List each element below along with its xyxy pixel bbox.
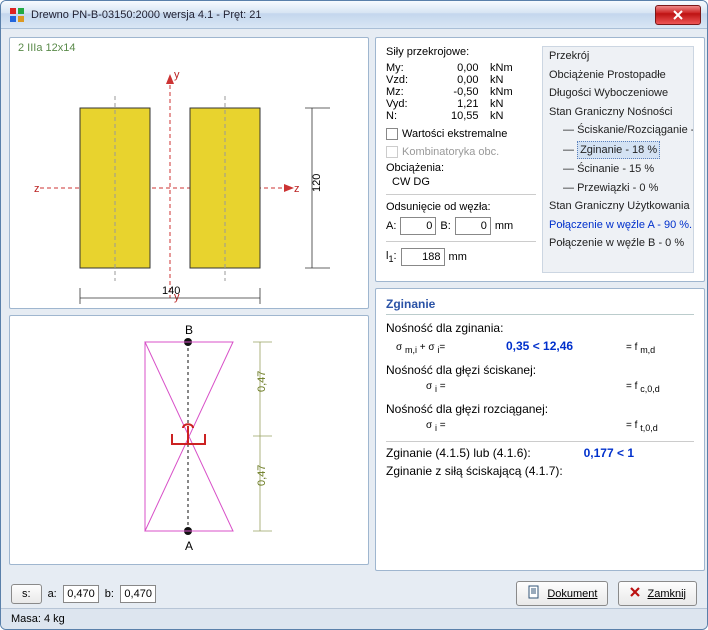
tree-item[interactable]: — Ściskanie/Rozciąganie - 15 % xyxy=(545,121,693,140)
tree-item[interactable]: Przekrój xyxy=(545,47,693,66)
tree-item[interactable]: Połączenie w węźle A - 90 %. xyxy=(545,216,693,235)
close-icon xyxy=(629,586,641,601)
document-icon xyxy=(527,585,541,602)
tree-item[interactable]: Stan Graniczny Użytkowania - 13 % xyxy=(545,197,693,216)
eq1-value: 0,35 < 12,46 xyxy=(506,339,573,353)
s-button[interactable]: s: xyxy=(11,584,42,604)
status-bar: Masa: 4 kg xyxy=(1,608,707,629)
window-title: Drewno PN-B-03150:2000 wersja 4.1 - Pręt… xyxy=(31,9,262,21)
loads-value: CW DG xyxy=(392,176,536,188)
tree-item[interactable]: — Ścinanie - 15 % xyxy=(545,160,693,179)
offset-header: Odsunięcie od węzła: xyxy=(386,201,536,213)
dim-height: 120 xyxy=(311,174,323,192)
tree-item[interactable]: Połączenie w węźle B - 0 % xyxy=(545,234,693,253)
axis-z-right-label: z xyxy=(294,183,300,195)
force-row: My:0,00kNm xyxy=(386,62,516,74)
axis-z-left-label: z xyxy=(34,183,40,195)
document-button[interactable]: Dokument xyxy=(516,581,608,606)
node-a-label: A xyxy=(185,539,193,553)
force-row: N:10,55kN xyxy=(386,110,516,122)
titlebar: Drewno PN-B-03150:2000 wersja 4.1 - Pręt… xyxy=(1,1,707,29)
close-dialog-button[interactable]: Zamknij xyxy=(618,581,697,606)
checkbox-combinatorics: Kombinatoryka obc. xyxy=(386,146,536,158)
dim-lower: 0,47 xyxy=(256,465,268,486)
dim-width: 140 xyxy=(162,285,180,297)
results-tree[interactable]: PrzekrójObciążenie ProstopadłeDługości W… xyxy=(542,46,694,273)
force-row: Vzd:0,00kN xyxy=(386,74,516,86)
forces-header: Siły przekrojowe: xyxy=(386,46,536,58)
node-b-label: B xyxy=(185,323,193,337)
tree-item[interactable]: Obciążenie Prostopadłe xyxy=(545,66,693,85)
tree-item[interactable]: Długości Wyboczeniowe xyxy=(545,84,693,103)
tree-item[interactable]: — Zginanie - 18 % xyxy=(545,140,693,161)
l1-input[interactable] xyxy=(401,248,445,266)
checkbox-extreme-values[interactable]: Wartości ekstremalne xyxy=(386,128,536,140)
force-row: Mz:-0,50kNm xyxy=(386,86,516,98)
a-input[interactable] xyxy=(63,585,99,603)
diagram-label: 2 IIIa 12x14 xyxy=(18,42,76,54)
offset-a-input[interactable] xyxy=(400,217,436,235)
offset-b-input[interactable] xyxy=(455,217,491,235)
dim-upper: 0,47 xyxy=(256,371,268,392)
status-mass: Masa: 4 kg xyxy=(11,613,65,625)
check-value: 0,177 < 1 xyxy=(584,446,634,460)
app-icon xyxy=(9,7,25,23)
details-panel: Zginanie Nośność dla zginania: σ m,i + σ… xyxy=(375,288,705,571)
tree-item[interactable]: Stan Graniczny Nośności xyxy=(545,103,693,122)
details-header: Zginanie xyxy=(386,297,694,315)
loads-header: Obciążenia: xyxy=(386,162,536,174)
force-row: Vyd:1,21kN xyxy=(386,98,516,110)
b-input[interactable] xyxy=(120,585,156,603)
close-button[interactable] xyxy=(655,5,701,25)
axis-y-top-label: y xyxy=(174,69,180,81)
tree-item[interactable]: — Przewiązki - 0 % xyxy=(545,179,693,198)
cross-section-diagram: 2 IIIa 12x14 y y z z xyxy=(9,37,369,309)
member-diagram: B A xyxy=(9,315,369,565)
